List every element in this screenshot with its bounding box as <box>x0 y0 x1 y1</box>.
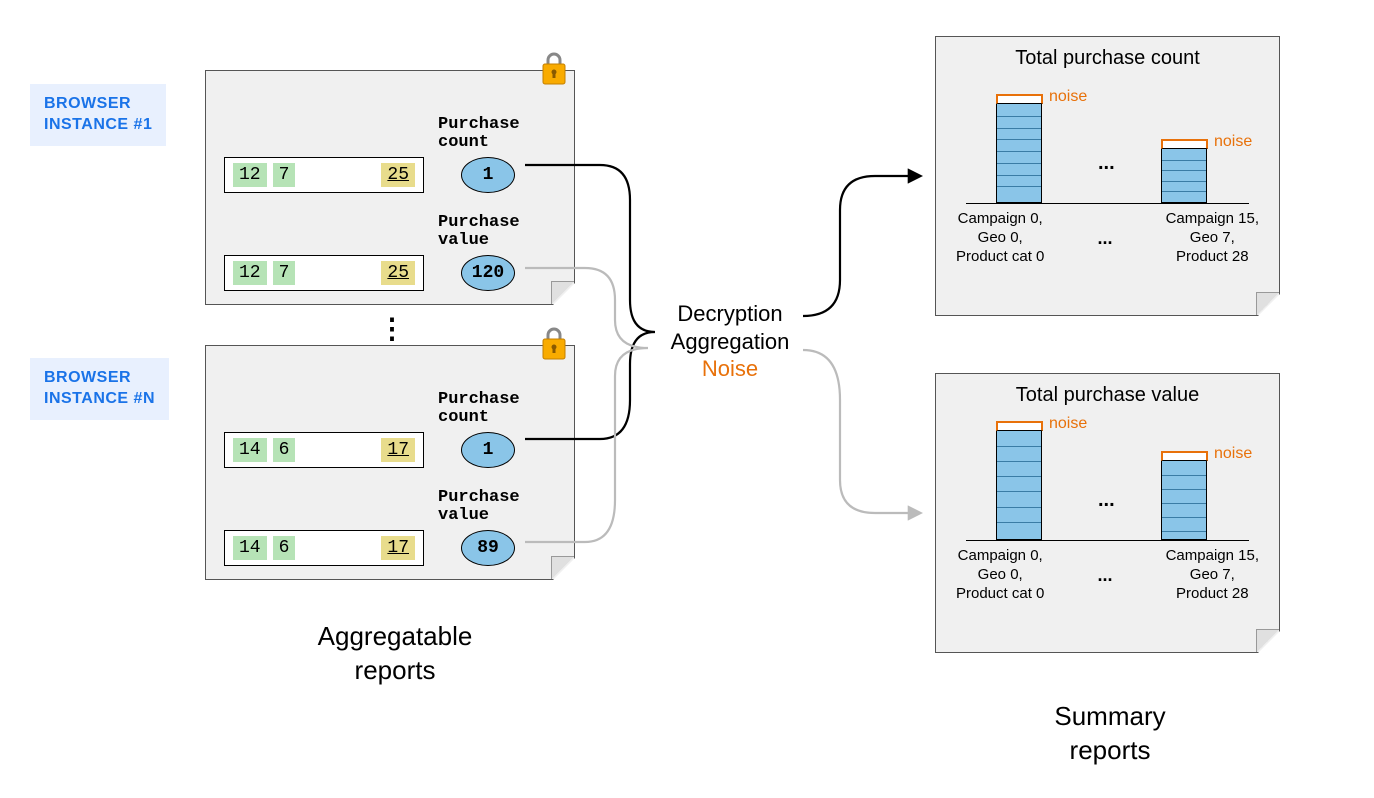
browser-instance-n-label: BROWSER INSTANCE #N <box>30 358 169 420</box>
metric-value-purchase: 120 <box>461 255 515 291</box>
key-chip: 12 <box>233 261 267 285</box>
key-chip: 25 <box>381 163 415 187</box>
section-label-left: Aggregatablereports <box>280 620 510 688</box>
noise-label: noise <box>1049 415 1087 433</box>
noise-label: noise <box>1214 445 1252 463</box>
aggregation-process-label: Decryption Aggregation Noise <box>660 300 800 383</box>
chart-area: noise ... noise <box>966 74 1249 204</box>
browser-instance-1-label: BROWSER INSTANCE #1 <box>30 84 166 146</box>
category-labels: Campaign 0,Geo 0,Product cat 0 ... Campa… <box>956 210 1259 266</box>
metric-label: Purchase value <box>438 489 538 526</box>
noise-overlay <box>996 421 1043 431</box>
ellipsis: ... <box>1098 152 1115 175</box>
metric-label: Purchase value <box>438 214 538 251</box>
key-chip: 17 <box>381 438 415 462</box>
lock-icon <box>540 52 568 86</box>
chart-title: Total purchase count <box>936 47 1279 70</box>
noise-overlay <box>1161 139 1208 149</box>
category-label: Campaign 15,Geo 7,Product 28 <box>1166 210 1259 266</box>
category-label: Campaign 0,Geo 0,Product cat 0 <box>956 547 1044 603</box>
category-labels: Campaign 0,Geo 0,Product cat 0 ... Campa… <box>956 547 1259 603</box>
metric-label: Purchase count <box>438 391 538 428</box>
metric-label: Purchase count <box>438 116 538 153</box>
lock-icon <box>540 327 568 361</box>
bar: noise <box>996 430 1042 540</box>
chart-title: Total purchase value <box>936 384 1279 407</box>
text: INSTANCE #1 <box>44 116 152 133</box>
key-chip: 6 <box>273 438 296 462</box>
noise-overlay <box>1161 451 1208 461</box>
key-chip: 6 <box>273 536 296 560</box>
key-chip: 7 <box>273 163 296 187</box>
noise-overlay <box>996 94 1043 104</box>
bar: noise <box>1161 460 1207 540</box>
summary-report-value: Total purchase value noise ... noise Cam… <box>935 373 1280 653</box>
summary-report-count: Total purchase count noise ... noise Cam… <box>935 36 1280 316</box>
key-vector: 14 6 17 <box>224 432 424 468</box>
chart-area: noise ... noise <box>966 411 1249 541</box>
metric-value-count: 1 <box>461 432 515 468</box>
metric-value-count: 1 <box>461 157 515 193</box>
category-label: Campaign 15,Geo 7,Product 28 <box>1166 547 1259 603</box>
text: Aggregation <box>660 328 800 356</box>
key-chip: 14 <box>233 536 267 560</box>
metric-value-purchase: 89 <box>461 530 515 566</box>
noise-label: noise <box>1049 88 1087 106</box>
key-chip: 14 <box>233 438 267 462</box>
section-label-right: Summaryreports <box>1010 700 1210 768</box>
ellipsis: ... <box>1097 564 1112 587</box>
text: BROWSER <box>44 95 131 112</box>
text: Noise <box>660 355 800 383</box>
ellipsis: ... <box>1097 227 1112 250</box>
key-vector: 12 7 25 <box>224 157 424 193</box>
bar: noise <box>996 103 1042 203</box>
key-chip: 7 <box>273 261 296 285</box>
key-vector: 14 6 17 <box>224 530 424 566</box>
ellipsis: ... <box>1098 489 1115 512</box>
key-chip: 17 <box>381 536 415 560</box>
text: INSTANCE #N <box>44 390 155 407</box>
text: BROWSER <box>44 369 131 386</box>
bar: noise <box>1161 148 1207 203</box>
aggregatable-report-n: 14 6 17 Purchase count 1 14 6 17 <box>205 345 575 580</box>
key-chip: 12 <box>233 163 267 187</box>
aggregatable-report-1: 12 7 25 Purchase count 1 12 7 25 <box>205 70 575 305</box>
vertical-ellipsis: ⋮ <box>378 312 406 345</box>
noise-label: noise <box>1214 133 1252 151</box>
key-chip: 25 <box>381 261 415 285</box>
key-vector: 12 7 25 <box>224 255 424 291</box>
text: Decryption <box>660 300 800 328</box>
category-label: Campaign 0,Geo 0,Product cat 0 <box>956 210 1044 266</box>
